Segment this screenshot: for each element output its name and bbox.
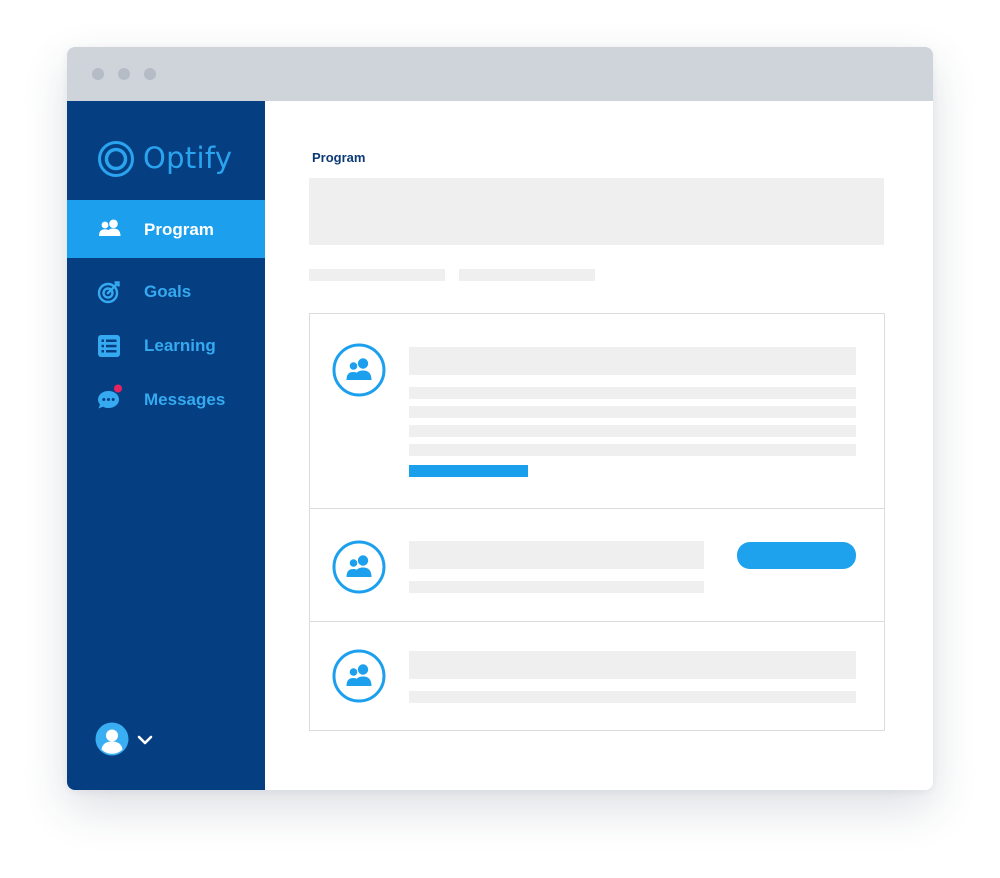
window-close-dot[interactable] (92, 68, 104, 80)
people-icon (332, 649, 386, 703)
people-icon (332, 343, 386, 397)
target-icon (97, 281, 120, 304)
sidebar-item-learning[interactable]: Learning (67, 317, 265, 375)
chevron-down-icon[interactable] (136, 734, 154, 746)
sidebar: Optify Program Goals Learning Messages (67, 101, 265, 790)
card-action-button[interactable] (737, 542, 856, 569)
card-text-placeholder (409, 406, 856, 418)
chat-icon (98, 384, 122, 409)
people-icon (332, 540, 386, 594)
program-card[interactable] (310, 508, 884, 621)
optify-logo-icon (98, 141, 134, 177)
sidebar-item-messages[interactable]: Messages (67, 371, 265, 429)
meta-placeholder (309, 269, 445, 281)
card-text-placeholder (409, 387, 856, 399)
sidebar-item-goals[interactable]: Goals (67, 263, 265, 321)
app-logo[interactable]: Optify (97, 139, 257, 179)
header-placeholder (309, 178, 884, 245)
list-icon (98, 335, 120, 357)
window-maximize-dot[interactable] (144, 68, 156, 80)
window-titlebar (67, 47, 933, 101)
card-title-placeholder (409, 347, 856, 375)
sidebar-item-label: Goals (144, 282, 192, 301)
sidebar-item-label: Messages (144, 390, 226, 409)
user-menu[interactable] (95, 721, 165, 757)
card-link[interactable] (409, 465, 528, 477)
browser-window: Optify Program Goals Learning Messages P… (67, 47, 933, 790)
card-text-placeholder (409, 444, 856, 456)
card-title-placeholder (409, 541, 704, 569)
card-text-placeholder (409, 691, 856, 703)
notification-badge (114, 384, 122, 393)
main-content: Program (265, 101, 933, 790)
sidebar-item-label: Program (144, 220, 214, 239)
page-title: Program (312, 150, 366, 165)
card-title-placeholder (409, 651, 856, 679)
program-card[interactable] (310, 314, 884, 508)
card-text-placeholder (409, 425, 856, 437)
people-icon (99, 219, 121, 236)
app-name: Optify (143, 141, 233, 175)
program-card-list (309, 313, 885, 731)
program-card[interactable] (310, 621, 884, 730)
user-avatar-icon (95, 722, 129, 756)
window-minimize-dot[interactable] (118, 68, 130, 80)
sidebar-item-label: Learning (144, 336, 216, 355)
sidebar-item-program[interactable]: Program (67, 200, 265, 258)
card-text-placeholder (409, 581, 704, 593)
meta-placeholder (459, 269, 595, 281)
